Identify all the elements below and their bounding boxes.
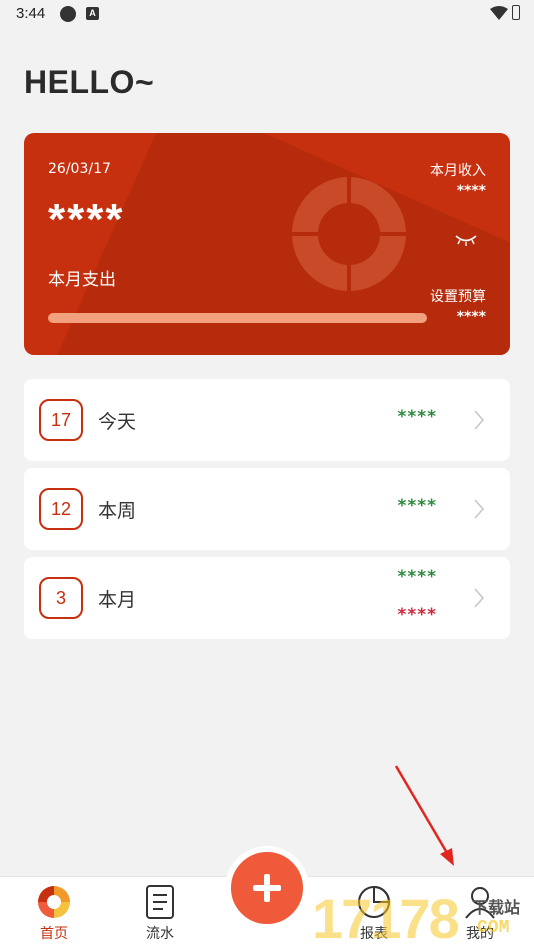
status-time: 3:44 bbox=[16, 5, 46, 22]
watermark-logo: 17178 下载站 COM bbox=[312, 888, 534, 950]
status-bar: 3:44 A bbox=[0, 0, 534, 28]
summary-row-week[interactable]: 12 本周 **** bbox=[24, 468, 510, 550]
watermark-bottom-text: COM bbox=[477, 918, 510, 938]
document-icon bbox=[146, 885, 174, 919]
day-badge: 17 bbox=[39, 399, 83, 441]
budget-progress-bar bbox=[48, 313, 427, 323]
card-income-label: 本月收入 bbox=[430, 163, 486, 179]
notification-icon bbox=[60, 6, 76, 22]
donut-chart-icon bbox=[38, 886, 70, 918]
card-budget-value: **** bbox=[456, 309, 486, 325]
day-badge: 12 bbox=[39, 488, 83, 530]
card-date: 26/03/17 bbox=[48, 161, 111, 177]
tab-home[interactable]: 首页 bbox=[4, 877, 104, 950]
day-badge: 3 bbox=[39, 577, 83, 619]
summary-row-value: **** bbox=[397, 496, 437, 516]
add-record-button[interactable] bbox=[225, 846, 309, 930]
chevron-right-icon bbox=[474, 588, 484, 608]
summary-row-label: 本周 bbox=[98, 500, 137, 522]
watermark-top-text: 下载站 bbox=[472, 898, 521, 917]
wifi-icon bbox=[490, 6, 508, 20]
watermark-digits: 17178 bbox=[312, 887, 460, 950]
summary-row-label: 今天 bbox=[98, 411, 137, 433]
card-expense-label: 本月支出 bbox=[48, 270, 116, 290]
summary-row-value: **** bbox=[397, 407, 437, 427]
summary-row-expense: **** bbox=[397, 605, 437, 625]
chevron-right-icon bbox=[474, 410, 484, 430]
tab-label: 流水 bbox=[146, 926, 174, 942]
app-badge-icon: A bbox=[86, 7, 99, 20]
tab-label: 首页 bbox=[40, 926, 68, 942]
summary-row-today[interactable]: 17 今天 **** bbox=[24, 379, 510, 461]
battery-icon bbox=[512, 5, 520, 20]
card-expense-amount: **** bbox=[48, 195, 125, 244]
summary-row-month[interactable]: 3 本月 **** **** bbox=[24, 557, 510, 639]
eye-closed-icon[interactable] bbox=[454, 233, 478, 247]
monthly-summary-card[interactable]: 26/03/17 **** 本月支出 本月收入 **** 设置预算 **** bbox=[24, 133, 510, 355]
greeting-title: HELLO~ bbox=[24, 64, 155, 100]
donut-emblem-icon bbox=[290, 175, 408, 293]
summary-row-income: **** bbox=[397, 567, 437, 587]
annotation-arrow-icon bbox=[394, 765, 454, 866]
chevron-right-icon bbox=[474, 499, 484, 519]
card-income-value: **** bbox=[456, 183, 486, 199]
summary-row-label: 本月 bbox=[98, 589, 137, 611]
tab-transactions[interactable]: 流水 bbox=[110, 877, 210, 950]
set-budget-button[interactable]: 设置预算 bbox=[430, 286, 486, 306]
